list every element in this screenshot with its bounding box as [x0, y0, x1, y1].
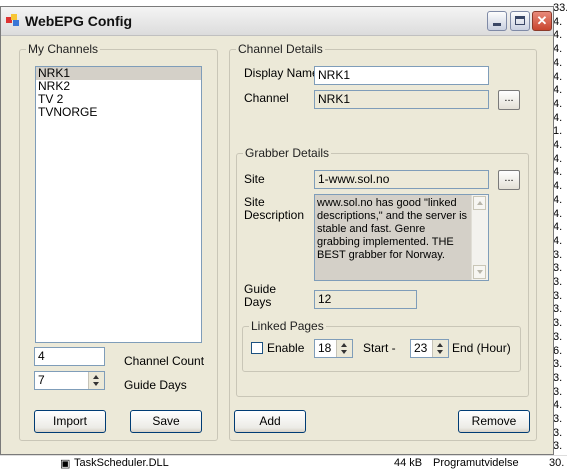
guide-days-stepper[interactable]: 7 — [34, 371, 105, 390]
background-date-cell: 4. — [553, 70, 563, 83]
background-date-cell: 4. — [553, 84, 563, 97]
background-date-cell: 3. — [553, 317, 563, 330]
my-channels-legend: My Channels — [26, 42, 101, 56]
background-date-cell: 4. — [553, 207, 563, 220]
background-date-cell: 4. — [553, 234, 563, 247]
background-date-cell: 4. — [553, 43, 563, 56]
background-date-cell: 3. — [553, 330, 563, 343]
channel-count-label: Channel Count — [124, 354, 205, 368]
app-icon — [6, 14, 19, 26]
grabber-details-legend: Grabber Details — [243, 146, 332, 160]
background-date-cell: 6. — [553, 344, 563, 357]
background-date-cell: 4. — [553, 399, 563, 412]
background-date-cell: 3. — [553, 303, 563, 316]
background-date-cell: 4. — [553, 56, 563, 69]
end-hour-stepper[interactable]: 23 — [410, 339, 449, 358]
background-date-cell: 3. — [553, 276, 563, 288]
site-browse-button[interactable]: ... — [498, 170, 520, 190]
spin-down-icon[interactable] — [93, 382, 99, 386]
scroll-down-icon[interactable] — [473, 265, 486, 279]
background-date-cell: 3. — [553, 426, 563, 439]
background-date-cell: 3. — [553, 413, 563, 425]
channel-browse-button[interactable]: ... — [498, 90, 520, 110]
close-button[interactable]: ✕ — [532, 11, 552, 31]
maximize-icon — [515, 16, 525, 25]
end-label: End (Hour) — [452, 341, 511, 355]
end-hour-spin[interactable] — [432, 340, 448, 357]
import-button[interactable]: Import — [34, 410, 106, 433]
file-icon: ▣ — [60, 458, 71, 470]
spin-up-icon[interactable] — [437, 343, 443, 347]
enable-label: Enable — [267, 341, 305, 355]
channel-label: Channel — [244, 91, 289, 105]
remove-button[interactable]: Remove — [458, 410, 530, 433]
guide-days-grabber-label-line1: Guide — [244, 282, 277, 296]
guide-days-value: 7 — [38, 373, 45, 387]
guide-days-label: Guide Days — [124, 378, 187, 392]
guide-days-grabber-label-line2: Days — [244, 295, 272, 309]
list-item[interactable]: TVNORGE — [36, 106, 201, 119]
site-description-box[interactable]: www.sol.no has good "linked descriptions… — [314, 194, 489, 281]
maximize-button[interactable] — [510, 11, 530, 31]
minimize-button[interactable] — [487, 11, 507, 31]
site-field: 1-www.sol.no — [314, 170, 489, 189]
site-description-text: www.sol.no has good "linked descriptions… — [317, 197, 468, 261]
start-hour-spin[interactable] — [336, 340, 352, 357]
background-date-cell: 3. — [553, 371, 563, 384]
background-date-cell: 4. — [553, 15, 563, 28]
background-date-cell: 3. — [553, 440, 563, 453]
enable-checkbox[interactable] — [251, 342, 263, 354]
file-date: 30. — [549, 457, 565, 469]
close-icon: ✕ — [536, 13, 548, 28]
spin-up-icon[interactable] — [93, 375, 99, 379]
background-date-cell: 4. — [553, 97, 563, 110]
channel-field: NRK1 — [314, 90, 489, 109]
guide-days-grabber-field: 12 — [314, 290, 417, 309]
background-date-cell: 1. — [553, 125, 563, 138]
background-date-cell: 33. — [553, 2, 567, 14]
background-date-cell: 4. — [553, 111, 563, 124]
spin-down-icon[interactable] — [341, 350, 347, 354]
channel-details-legend: Channel Details — [236, 42, 325, 56]
background-date-cell: 4. — [553, 29, 563, 42]
background-date-cell: 4. — [553, 180, 563, 193]
start-hour-value: 18 — [318, 341, 332, 355]
background-explorer-row[interactable]: ▣ TaskScheduler.DLL 44 kB Programutvidel… — [0, 455, 567, 471]
background-date-cell: 3. — [553, 248, 563, 261]
channel-listbox[interactable]: NRK1 NRK2 TV 2 TVNORGE — [35, 66, 202, 343]
display-name-field[interactable]: NRK1 — [314, 66, 489, 85]
display-name-label: Display Name — [244, 66, 319, 80]
site-label: Site — [244, 172, 265, 186]
title-bar[interactable]: WebEPG Config ✕ — [1, 7, 553, 36]
file-name: TaskScheduler.DLL — [74, 457, 169, 469]
linked-pages-legend: Linked Pages — [249, 319, 326, 333]
start-hour-stepper[interactable]: 18 — [314, 339, 353, 358]
file-size: 44 kB — [394, 457, 423, 469]
background-date-cell: 4. — [553, 193, 563, 206]
channel-count-field[interactable]: 4 — [34, 347, 105, 366]
file-type: Programutvidelse — [433, 457, 519, 469]
background-date-cell: 3. — [553, 358, 563, 371]
site-description-label-line2: Description — [244, 208, 305, 222]
background-date-cell: 4. — [553, 221, 563, 234]
guide-days-spin[interactable] — [88, 372, 104, 389]
save-button[interactable]: Save — [130, 410, 202, 433]
add-button[interactable]: Add — [234, 410, 306, 433]
spin-up-icon[interactable] — [341, 343, 347, 347]
background-date-cell: 4. — [553, 166, 563, 179]
scroll-up-icon[interactable] — [473, 196, 486, 210]
background-date-cell: 3. — [553, 289, 563, 302]
site-description-label-line1: Site — [244, 195, 265, 209]
end-hour-value: 23 — [414, 341, 428, 355]
spin-down-icon[interactable] — [437, 350, 443, 354]
minimize-icon — [493, 23, 501, 26]
description-scrollbar[interactable] — [471, 195, 488, 280]
background-date-cell: 3. — [553, 385, 563, 398]
background-date-cell: 3. — [553, 262, 563, 275]
window-title: WebEPG Config — [25, 13, 133, 29]
background-date-cell: 4. — [553, 139, 563, 151]
background-date-cell: 4. — [553, 152, 563, 165]
start-label: Start - — [363, 341, 396, 355]
